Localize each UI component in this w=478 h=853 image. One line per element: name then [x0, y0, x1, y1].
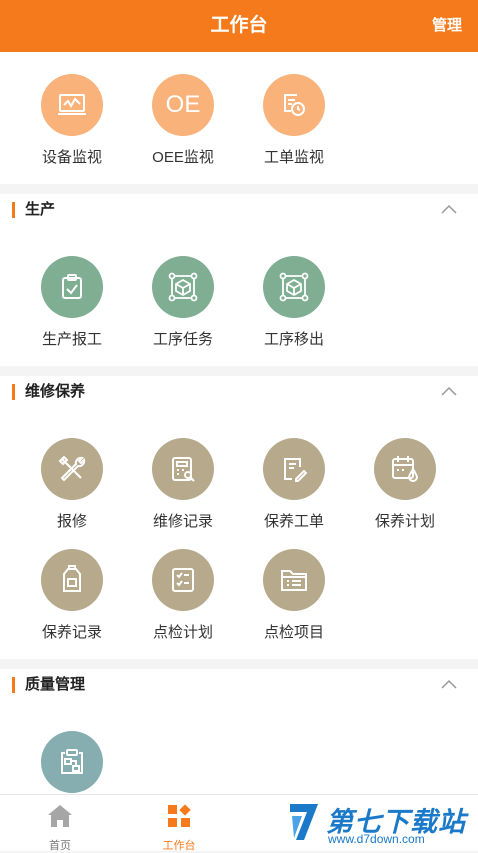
tab-label: 首页 [49, 840, 71, 852]
site-watermark: 第七下载站 www.d7down.com [286, 796, 478, 850]
section-header-production[interactable]: 生产 [0, 190, 478, 230]
tile-label: 点检计划 [152, 624, 213, 641]
section-marker [12, 384, 15, 400]
checklist-icon [152, 549, 214, 611]
workbench-content[interactable]: 设备监视 OE OEE监视 工单监视 生产 生产报工 工序任务 工序移出 维修保… [0, 52, 478, 794]
chevron-up-icon[interactable] [440, 676, 458, 694]
tile-quality-item[interactable] [17, 731, 127, 794]
tile-label: 工序移出 [263, 331, 324, 348]
tile-maintenance-records[interactable]: 保养记录 [17, 549, 127, 642]
tile-label: 生产报工 [41, 331, 102, 348]
tile-label: 工单监视 [263, 149, 324, 166]
tile-label: OEE监视 [152, 149, 214, 166]
oee-icon-text: OE [165, 91, 201, 118]
tools-icon [41, 438, 103, 500]
calendar-drop-icon [374, 438, 436, 500]
folder-list-icon [263, 549, 325, 611]
section-header-maintenance[interactable]: 维修保养 [0, 372, 478, 412]
tile-oee-monitor[interactable]: OE OEE监视 [128, 74, 238, 167]
order-clock-icon [263, 74, 325, 136]
tile-repair-request[interactable]: 报修 [17, 438, 127, 531]
tile-production-report[interactable]: 生产报工 [17, 256, 127, 349]
tile-label: 保养记录 [41, 624, 102, 641]
tile-label: 保养计划 [374, 513, 435, 530]
section-title: 生产 [25, 201, 56, 218]
oil-can-icon [41, 549, 103, 611]
clipboard-flow-icon [41, 731, 103, 793]
chevron-up-icon[interactable] [440, 201, 458, 219]
tab-label: 工作台 [162, 840, 196, 852]
workbench-icon [168, 804, 191, 827]
tile-maintenance-order[interactable]: 保养工单 [239, 438, 349, 531]
tile-process-move-out[interactable]: 工序移出 [239, 256, 349, 349]
tile-label: 点检项目 [263, 624, 324, 641]
tile-label: 报修 [56, 513, 87, 530]
section-marker [12, 202, 15, 218]
box-network-icon [152, 256, 214, 318]
oee-icon: OE [152, 74, 214, 136]
tile-equipment-monitor[interactable]: 设备监视 [17, 74, 127, 167]
doc-pen-icon [263, 438, 325, 500]
tile-order-monitor[interactable]: 工单监视 [239, 74, 349, 167]
page-title: 工作台 [210, 15, 268, 36]
box-network-icon [263, 256, 325, 318]
top-header: 工作台 管理 [0, 0, 478, 52]
tile-label: 保养工单 [263, 513, 324, 530]
section-header-quality[interactable]: 质量管理 [0, 665, 478, 705]
tile-process-task[interactable]: 工序任务 [128, 256, 238, 349]
tab-home[interactable]: 首页 [10, 795, 110, 852]
watermark-logo-icon [290, 804, 318, 840]
tile-inspection-plan[interactable]: 点检计划 [128, 549, 238, 642]
section-marker [12, 677, 15, 693]
chevron-up-icon[interactable] [440, 383, 458, 401]
tile-label: 工序任务 [152, 331, 213, 348]
monitor-chart-icon [41, 74, 103, 136]
calculator-doc-icon [152, 438, 214, 500]
tile-repair-records[interactable]: 维修记录 [128, 438, 238, 531]
section-title: 质量管理 [25, 676, 86, 693]
watermark-url: www.d7down.com [328, 832, 425, 846]
tile-label: 设备监视 [41, 149, 102, 166]
section-title: 维修保养 [25, 383, 86, 400]
tile-maintenance-plan[interactable]: 保养计划 [350, 438, 460, 531]
tile-label: 维修记录 [152, 513, 213, 530]
tab-workbench[interactable]: 工作台 [129, 795, 229, 852]
manage-button[interactable]: 管理 [432, 0, 462, 52]
home-icon [48, 805, 72, 827]
tile-inspection-items[interactable]: 点检项目 [239, 549, 349, 642]
clipboard-check-icon [41, 256, 103, 318]
